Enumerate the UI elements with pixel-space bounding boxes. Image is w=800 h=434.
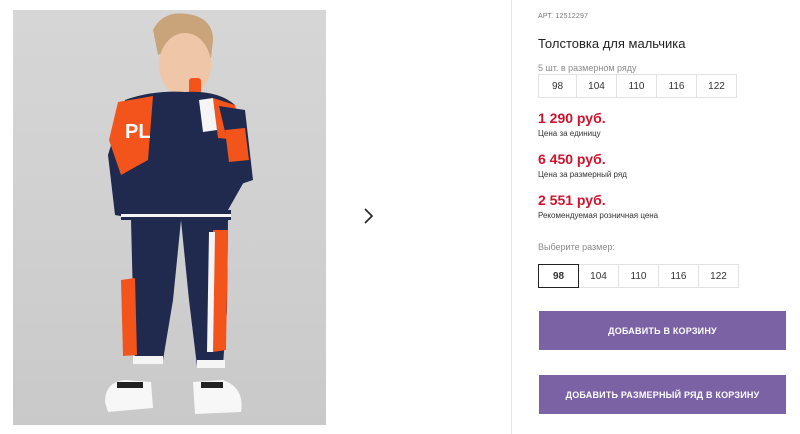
unit-price: 1 290 руб. [538,110,606,126]
size-option-116[interactable]: 116 [658,264,699,288]
article-number: АРТ. 12512297 [538,13,589,20]
size-option-110[interactable]: 110 [618,264,659,288]
retail-price: 2 551 руб. [538,192,606,208]
set-price-caption: Цена за размерный ряд [538,170,627,179]
product-photo: PL [13,10,326,425]
unit-price-caption: Цена за единицу [538,129,601,138]
svg-text:PL: PL [125,121,151,143]
set-info: 5 шт. в размерном ряду [538,63,637,73]
retail-price-caption: Рекомендуемая розничная цена [538,211,659,220]
set-size-item: 98 [538,74,577,98]
size-option-122[interactable]: 122 [698,264,739,288]
set-size-item: 122 [696,74,737,98]
size-option-98[interactable]: 98 [538,264,579,288]
gallery-next-button[interactable] [349,199,387,237]
add-to-cart-button[interactable]: ДОБАВИТЬ В КОРЗИНУ [539,311,786,350]
set-size-item: 104 [576,74,617,98]
set-size-list: 98 104 110 116 122 [538,74,737,98]
size-selector: 98 104 110 116 122 [538,264,739,288]
choose-size-label: Выберите размер: [538,242,615,252]
chevron-right-icon [361,207,375,230]
set-size-item: 116 [656,74,697,98]
product-photo-illustration: PL [105,13,253,414]
set-size-item: 110 [616,74,657,98]
size-option-104[interactable]: 104 [578,264,619,288]
add-set-to-cart-button[interactable]: ДОБАВИТЬ РАЗМЕРНЫЙ РЯД В КОРЗИНУ [539,375,786,414]
panel-divider [511,0,512,434]
product-title: Толстовка для мальчика [538,36,686,51]
set-price: 6 450 руб. [538,151,606,167]
product-info: АРТ. 12512297 Толстовка для мальчика 5 ш… [538,0,800,434]
product-gallery: PL [0,0,512,434]
